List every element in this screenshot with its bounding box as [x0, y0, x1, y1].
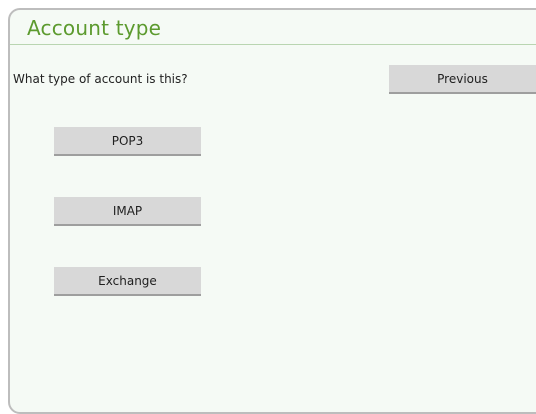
exchange-button[interactable]: Exchange: [54, 267, 201, 296]
title-bar: Account type: [10, 10, 536, 45]
previous-button[interactable]: Previous: [389, 65, 536, 94]
page-title: Account type: [27, 16, 162, 40]
account-type-question: What type of account is this?: [13, 72, 188, 86]
pop3-button[interactable]: POP3: [54, 127, 201, 156]
imap-button[interactable]: IMAP: [54, 197, 201, 226]
account-type-panel: Account type What type of account is thi…: [8, 8, 536, 414]
